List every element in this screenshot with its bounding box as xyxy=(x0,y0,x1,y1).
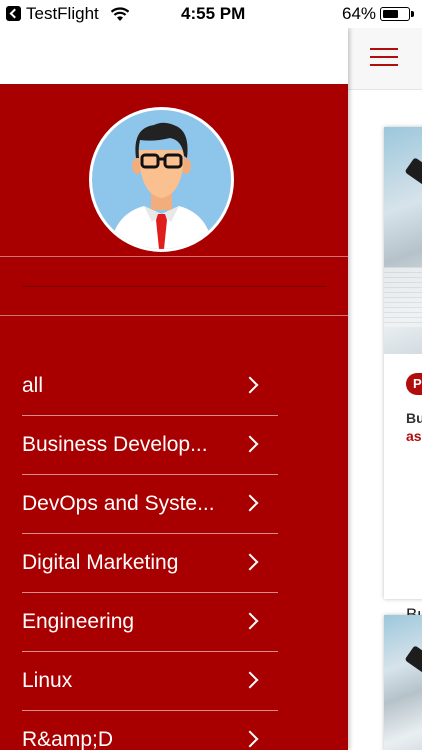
chevron-right-icon xyxy=(241,730,259,748)
menu-item-label: R&amp;D xyxy=(22,728,114,750)
avatar-illustration-icon xyxy=(110,122,213,249)
chevron-right-icon xyxy=(241,612,259,630)
wifi-icon xyxy=(110,7,130,21)
drawer-divider xyxy=(0,315,348,316)
main-page: P Bu as Bu th ge bu se xyxy=(348,0,422,750)
battery-percentage: 64% xyxy=(342,4,377,23)
menu-item-digital-marketing[interactable]: Digital Marketing xyxy=(22,534,278,593)
menu-item-all[interactable]: all xyxy=(22,357,278,416)
article-meta: Bu as xyxy=(406,409,422,445)
drawer-top-bar xyxy=(0,28,348,84)
menu-item-devops[interactable]: DevOps and Syste... xyxy=(22,475,278,534)
menu-item-label: Linux xyxy=(22,669,73,692)
menu-item-engineering[interactable]: Engineering xyxy=(22,593,278,652)
menu-item-label: DevOps and Syste... xyxy=(22,492,215,515)
battery-cap xyxy=(411,11,414,17)
chevron-right-icon xyxy=(241,494,259,512)
article-card[interactable]: P Bu as Bu th ge bu se xyxy=(384,127,422,700)
chevron-right-icon xyxy=(241,435,259,453)
drawer-divider xyxy=(0,256,348,257)
chevron-right-icon xyxy=(241,671,259,689)
status-bar: TestFlight 4:55 PM 64% xyxy=(0,0,422,28)
menu-item-business-development[interactable]: Business Develop... xyxy=(22,416,278,475)
battery-level-fill xyxy=(382,9,398,18)
back-arrow-icon[interactable] xyxy=(6,6,21,21)
drawer-divider xyxy=(22,286,327,287)
chevron-right-icon xyxy=(241,376,259,394)
clock-time: 4:55 PM xyxy=(181,4,246,23)
menu-item-label: all xyxy=(22,374,44,397)
category-tag[interactable]: P xyxy=(406,373,422,395)
menu-item-rd[interactable]: R&amp;D xyxy=(22,711,278,750)
menu-item-label: Digital Marketing xyxy=(22,551,179,574)
article-meta-line: Bu xyxy=(406,410,422,426)
chevron-right-icon xyxy=(241,553,259,571)
battery-icon xyxy=(380,7,410,21)
menu-hamburger-icon[interactable] xyxy=(370,48,400,68)
article-image xyxy=(384,127,422,354)
menu-item-label: Business Develop... xyxy=(22,433,208,456)
user-avatar[interactable] xyxy=(89,107,234,252)
article-card[interactable] xyxy=(384,615,422,750)
side-drawer: all Business Develop... DevOps and Syste… xyxy=(0,28,348,750)
article-image xyxy=(384,615,422,750)
menu-item-label: Engineering xyxy=(22,610,135,633)
article-meta-link[interactable]: as xyxy=(406,427,422,445)
back-app-label[interactable]: TestFlight xyxy=(26,4,99,24)
menu-item-linux[interactable]: Linux xyxy=(22,652,278,711)
category-menu: all Business Develop... DevOps and Syste… xyxy=(22,357,278,750)
